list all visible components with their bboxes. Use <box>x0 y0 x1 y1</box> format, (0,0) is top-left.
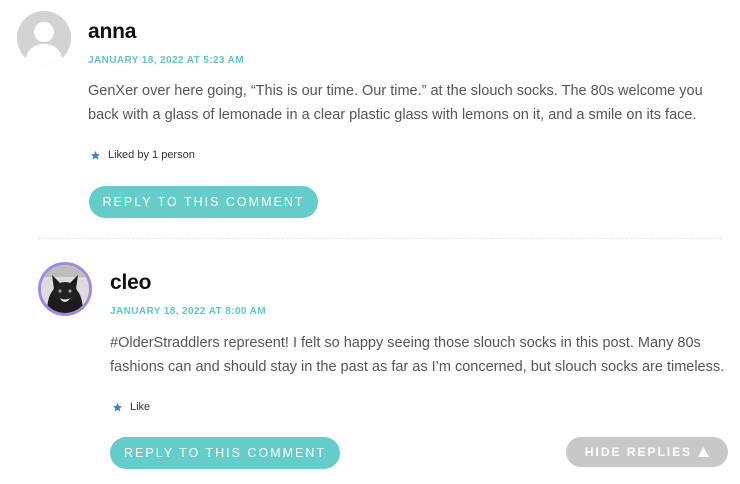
star-icon <box>90 150 101 160</box>
comment-divider <box>37 238 723 239</box>
hide-replies-button[interactable]: HIDE REPLIES <box>566 437 728 467</box>
comment-text-line: GenXer over here going, “This is our tim… <box>88 83 703 99</box>
reply-to-comment-button[interactable]: REPLY TO THIS COMMENT <box>89 186 318 218</box>
avatar-cleo[interactable] <box>38 262 92 316</box>
comments-section: anna JANUARY 18, 2022 AT 5:23 AM GenXer … <box>0 0 740 484</box>
comment-text-line: back with a glass of lemonade in a clear… <box>88 107 697 123</box>
comment-date[interactable]: JANUARY 18, 2022 AT 5:23 AM <box>88 55 244 66</box>
avatar-anna[interactable] <box>17 11 71 65</box>
like-status[interactable]: Liked by 1 person <box>90 149 195 161</box>
comment-author[interactable]: cleo <box>110 271 151 295</box>
like-button[interactable]: Like <box>112 401 150 413</box>
reply-to-comment-button[interactable]: REPLY TO THIS COMMENT <box>110 437 340 469</box>
like-label: Liked by 1 person <box>108 149 195 161</box>
cat-photo-avatar <box>41 265 89 313</box>
comment-author[interactable]: anna <box>88 20 136 44</box>
comment-text-line: #OlderStraddlers represent! I felt so ha… <box>110 335 701 351</box>
default-user-silhouette-icon <box>17 11 71 65</box>
comment-text-line: fashions can and should stay in the past… <box>110 359 725 375</box>
triangle-up-icon <box>698 447 710 457</box>
hide-replies-label: HIDE REPLIES <box>584 445 693 459</box>
like-label: Like <box>130 401 151 413</box>
comment-date[interactable]: JANUARY 18, 2022 AT 8:00 AM <box>110 306 266 317</box>
star-icon <box>112 402 123 412</box>
